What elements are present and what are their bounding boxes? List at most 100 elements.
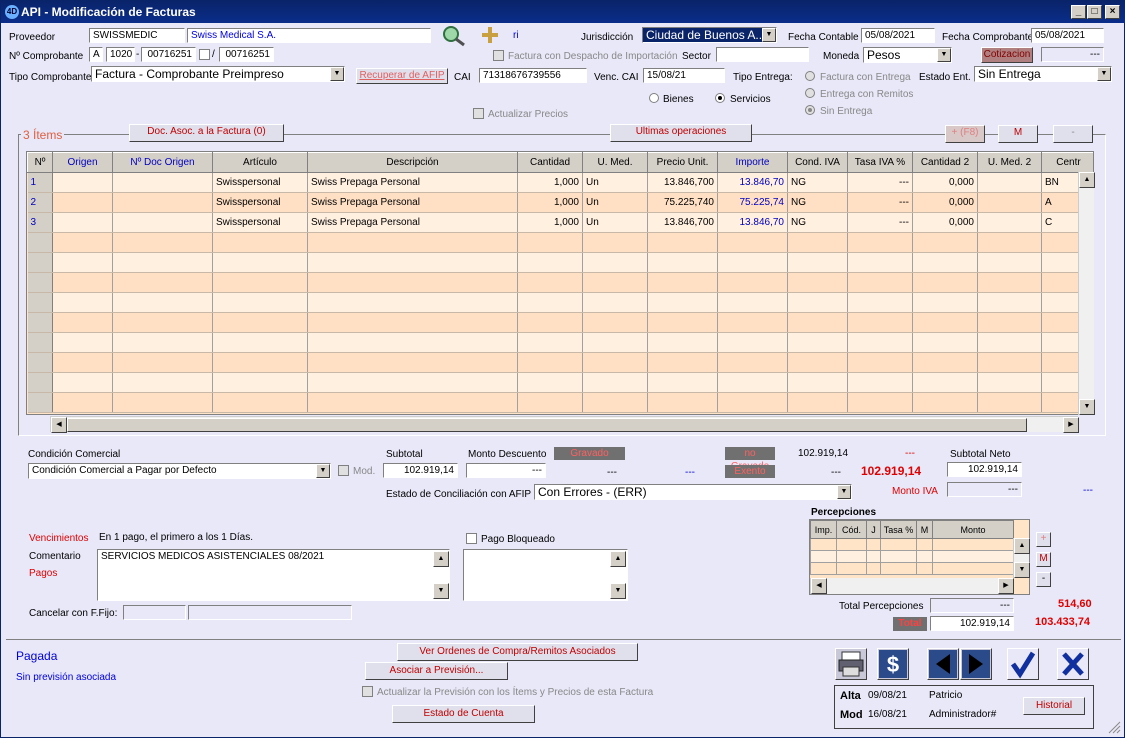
cancelar-ffijo-code[interactable] [123,605,186,620]
tipo-comprobante-select[interactable]: Factura - Comprobante Preimpreso ▼ [91,66,345,82]
accept-button[interactable] [1007,648,1039,680]
scroll-down-icon[interactable]: ▼ [1079,399,1095,415]
scroll-up-icon[interactable]: ▲ [1079,172,1095,188]
column-header[interactable]: Monto [932,520,1014,539]
table-row[interactable] [27,292,1093,313]
table-row[interactable] [810,562,1014,575]
column-header[interactable]: M [916,520,933,539]
table-row[interactable] [810,538,1014,551]
column-header[interactable]: Cantidad 2 [912,152,978,173]
modify-item-button[interactable]: M [998,125,1038,143]
column-header[interactable]: J [866,520,881,539]
scroll-down-icon[interactable]: ▼ [433,583,449,599]
close-button[interactable]: × [1105,5,1120,19]
column-header[interactable]: Tasa % [880,520,917,539]
cancel-button[interactable] [1057,648,1089,680]
items-hscroll[interactable]: ◀ ▶ [50,416,1079,433]
table-row[interactable] [27,392,1093,413]
proveedor-name-input[interactable]: Swiss Medical S.A. [187,28,431,43]
print-button[interactable] [835,648,867,680]
scroll-left-icon[interactable]: ◀ [51,417,67,433]
search-icon[interactable] [441,25,467,47]
delete-item-button[interactable]: - [1053,125,1093,143]
column-header[interactable]: Cantidad [517,152,583,173]
column-header[interactable]: Imp. [810,520,837,539]
maximize-button[interactable]: □ [1087,5,1102,19]
jurisdiccion-select[interactable]: Ciudad de Buenos A... ▼ [642,27,777,43]
sin-entrega-radio[interactable] [805,105,815,115]
table-row[interactable] [810,550,1014,563]
previous-button[interactable] [927,648,959,680]
column-header[interactable]: Tasa IVA % [847,152,913,173]
sector-input[interactable] [716,47,809,62]
estado-cuenta-button[interactable]: Estado de Cuenta [392,705,535,723]
column-header[interactable]: Centr [1041,152,1093,173]
scroll-down-icon[interactable]: ▼ [1014,562,1030,578]
factura-entrega-radio[interactable] [805,71,815,81]
actualizar-prevision-checkbox[interactable] [362,686,373,697]
column-header[interactable]: Descripción [307,152,518,173]
add-proveedor-icon[interactable] [481,26,499,44]
historial-button[interactable]: Historial [1023,697,1085,715]
monto-desc-value[interactable]: --- [466,463,546,478]
bienes-radio[interactable] [649,93,659,103]
items-vscroll[interactable]: ▲ ▼ [1078,172,1095,415]
fecha-contable-input[interactable]: 05/08/2021 [861,28,935,43]
table-row[interactable] [27,232,1093,253]
scroll-left-icon[interactable]: ◀ [811,578,827,594]
payment-button[interactable]: $ [877,648,909,680]
conciliacion-select[interactable]: Con Errores - (ERR) ▼ [534,484,852,500]
table-row[interactable]: 2 Swisspersonal Swiss Prepaga Personal 1,00… [27,192,1093,213]
hscroll-thumb[interactable] [67,418,1027,432]
estado-ent-select[interactable]: Sin Entrega ▼ [974,66,1112,82]
venc-cai-input[interactable]: 15/08/21 [643,68,725,83]
comentario-textarea[interactable]: SERVICIOS MEDICOS ASISTENCIALES 08/2021 [97,549,450,601]
letra-input[interactable]: A [89,47,103,62]
column-header[interactable]: Artículo [212,152,308,173]
servicios-radio[interactable] [715,93,725,103]
pago-bloqueado-textarea[interactable] [463,549,628,601]
table-row[interactable]: 1 Swisspersonal Swiss Prepaga Personal 1,00… [27,172,1093,193]
numero-input[interactable]: 00716251 [141,47,196,62]
numero-hasta-input[interactable]: 00716251 [219,47,274,62]
scroll-right-icon[interactable]: ▶ [998,578,1014,594]
fecha-comprobante-input[interactable]: 05/08/2021 [1031,28,1104,43]
subtotal-neto-value[interactable]: 102.919,14 [947,462,1022,477]
column-header[interactable]: Nº [27,152,53,173]
column-header[interactable]: Cód. [836,520,867,539]
table-row[interactable]: 3 Swisspersonal Swiss Prepaga Personal 1,00… [27,212,1093,233]
table-row[interactable] [27,352,1093,373]
table-row[interactable] [27,332,1093,353]
table-row[interactable] [27,252,1093,273]
asociar-prevision-button[interactable]: Asociar a Previsión... [365,662,508,680]
next-button[interactable] [960,648,992,680]
column-header[interactable]: Origen [52,152,113,173]
doc-asoc-button[interactable]: Doc. Asoc. a la Factura (0) [129,124,284,142]
table-row[interactable] [27,312,1093,333]
scroll-down-icon[interactable]: ▼ [610,583,626,599]
column-header[interactable]: Cond. IVA [787,152,848,173]
scroll-up-icon[interactable]: ▲ [433,551,449,567]
entrega-remitos-radio[interactable] [805,88,815,98]
column-header[interactable]: Nº Doc Origen [112,152,213,173]
ultimas-operaciones-button[interactable]: Ultimas operaciones [610,124,752,142]
recuperar-afip-button[interactable]: Recuperar de AFIP [356,68,448,84]
perc-del-button[interactable]: - [1036,572,1051,587]
perc-mod-button[interactable]: M [1036,552,1051,567]
table-row[interactable] [27,272,1093,293]
ver-ordenes-button[interactable]: Ver Ordenes de Compra/Remitos Asociados [397,643,638,661]
cai-input[interactable]: 71318676739556 [479,68,587,83]
punto-venta-input[interactable]: 1020 [106,47,135,62]
perc-hscroll[interactable]: ◀ ▶ [810,578,1014,594]
add-item-button[interactable]: + (F8) [945,125,985,143]
proveedor-code-input[interactable]: SWISSMEDIC [89,28,185,43]
pago-bloqueado-checkbox[interactable] [466,533,477,544]
scroll-right-icon[interactable]: ▶ [1063,417,1079,433]
total-value[interactable]: 102.919,14 [930,616,1014,631]
cotizacion-button[interactable]: Cotizacion [981,47,1033,63]
minimize-button[interactable]: _ [1071,5,1086,19]
column-header[interactable]: U. Med. 2 [977,152,1042,173]
actualizar-precios-checkbox[interactable] [473,108,484,119]
resize-grip-icon[interactable] [1107,720,1121,734]
column-header[interactable]: U. Med. [582,152,648,173]
